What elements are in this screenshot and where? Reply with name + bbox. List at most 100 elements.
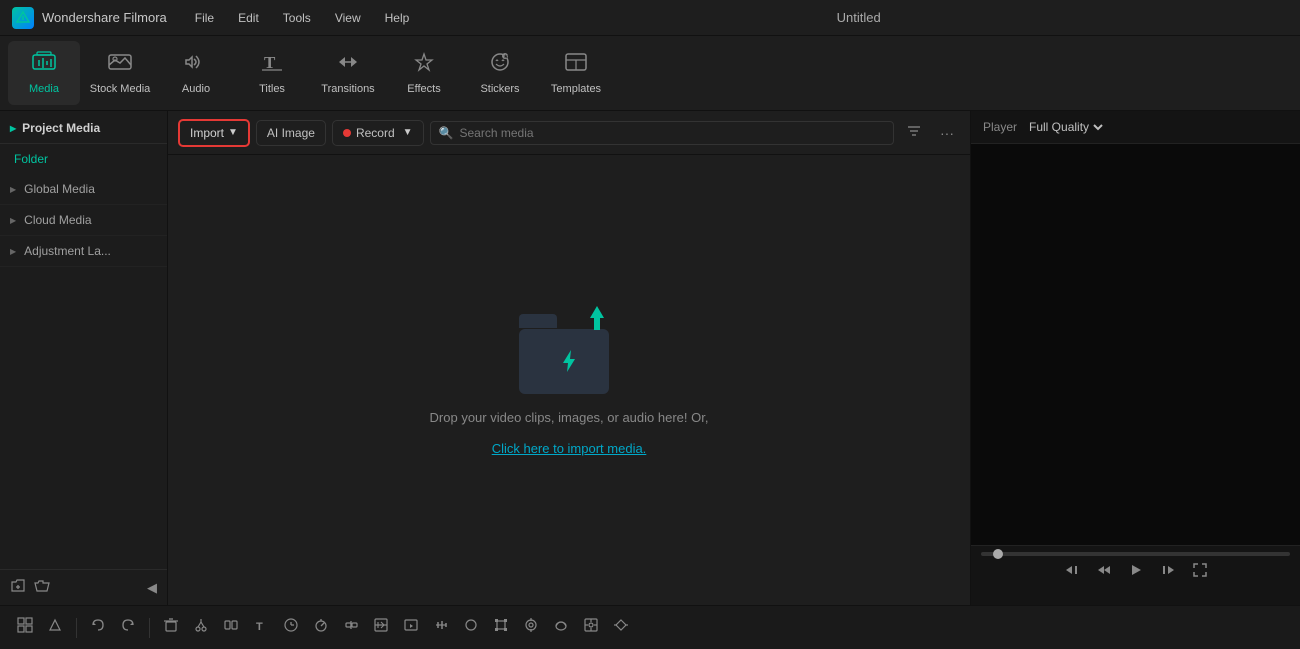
stock-media-label: Stock Media: [90, 83, 151, 95]
media-label: Media: [29, 83, 59, 95]
cut-button[interactable]: [188, 613, 214, 642]
menu-help[interactable]: Help: [381, 9, 414, 27]
window-title: Untitled: [429, 10, 1288, 25]
drop-arrow-icon: [580, 304, 614, 348]
speed-button[interactable]: [308, 613, 334, 642]
global-media-label: Global Media: [24, 182, 95, 196]
toolbar-divider-1: [76, 618, 77, 638]
import-media-link[interactable]: Click here to import media.: [492, 441, 647, 456]
quality-select[interactable]: Full Quality 1/2 Quality 1/4 Quality: [1025, 119, 1106, 135]
sidebar-item-global-media[interactable]: Global Media: [0, 174, 167, 205]
player-header: Player Full Quality 1/2 Quality 1/4 Qual…: [971, 111, 1300, 144]
grid-view-button[interactable]: [12, 613, 38, 642]
undo-button[interactable]: [85, 613, 111, 642]
step-back-button[interactable]: [1064, 562, 1080, 583]
svg-text:★: ★: [504, 54, 509, 60]
pan-zoom-button[interactable]: [398, 613, 424, 642]
toolbar-titles[interactable]: T Titles: [236, 41, 308, 105]
toolbar-divider-2: [149, 618, 150, 638]
effects-icon: [411, 51, 437, 79]
collapse-icon[interactable]: ◀: [147, 580, 157, 596]
split-clip-button[interactable]: [218, 613, 244, 642]
transform-button[interactable]: [488, 613, 514, 642]
toolbar-effects[interactable]: Effects: [388, 41, 460, 105]
effects-label: Effects: [407, 83, 440, 95]
ai-image-label: AI Image: [267, 126, 315, 140]
bottom-toolbar: T: [0, 605, 1300, 649]
text-tool-button[interactable]: T: [248, 613, 274, 642]
content-toolbar: Import ▼ AI Image Record ▼ 🔍 ···: [168, 111, 970, 155]
audio-adjust-button[interactable]: [428, 613, 454, 642]
menu-edit[interactable]: Edit: [234, 9, 263, 27]
sidebar-folder[interactable]: Folder: [0, 144, 167, 174]
drop-zone: Drop your video clips, images, or audio …: [168, 155, 970, 605]
audio-icon: [183, 51, 209, 79]
search-icon: 🔍: [439, 126, 454, 140]
rewind-button[interactable]: [1096, 562, 1112, 583]
stock-media-icon: [107, 51, 133, 79]
import-button[interactable]: Import ▼: [178, 119, 250, 147]
right-panel: Player Full Quality 1/2 Quality 1/4 Qual…: [970, 111, 1300, 605]
menu-view[interactable]: View: [331, 9, 365, 27]
add-folder-icon[interactable]: [10, 578, 26, 597]
svg-text:T: T: [256, 621, 263, 633]
play-button[interactable]: [1128, 562, 1144, 583]
sidebar-item-adjustment[interactable]: Adjustment La...: [0, 236, 167, 267]
lasso-tool-button[interactable]: [42, 613, 68, 642]
record-button[interactable]: Record ▼: [332, 120, 424, 146]
player-screen: [971, 144, 1300, 545]
redo-button[interactable]: [115, 613, 141, 642]
fullscreen-button[interactable]: [1192, 562, 1208, 583]
toolbar-stock-media[interactable]: Stock Media: [84, 41, 156, 105]
tracker-button[interactable]: [578, 613, 604, 642]
mask-button[interactable]: [548, 613, 574, 642]
player-label: Player: [983, 120, 1017, 134]
main-toolbar: Media Stock Media Audio T T: [0, 36, 1300, 111]
import-label: Import: [190, 126, 224, 140]
audio-label: Audio: [182, 83, 210, 95]
delete-button[interactable]: [158, 613, 184, 642]
more-options-button[interactable]: ···: [934, 123, 960, 143]
toolbar-audio[interactable]: Audio: [160, 41, 232, 105]
duration-button[interactable]: [278, 613, 304, 642]
zoom-button[interactable]: [368, 613, 394, 642]
stickers-label: Stickers: [480, 83, 519, 95]
sidebar-item-cloud-media[interactable]: Cloud Media: [0, 205, 167, 236]
stabilize-button[interactable]: [518, 613, 544, 642]
step-forward-button[interactable]: [1160, 562, 1176, 583]
record-dropdown-icon: ▼: [403, 127, 413, 138]
player-controls: [971, 545, 1300, 605]
search-input[interactable]: [460, 126, 886, 140]
toolbar-media[interactable]: Media: [8, 41, 80, 105]
search-bar: 🔍: [430, 121, 894, 145]
titles-label: Titles: [259, 83, 285, 95]
timeline-bar[interactable]: [981, 552, 1290, 556]
playback-buttons: [981, 562, 1290, 583]
title-bar: Wondershare Filmora File Edit Tools View…: [0, 0, 1300, 36]
filmora-lightning-icon: [555, 347, 583, 382]
keyframe-button[interactable]: [608, 613, 634, 642]
transitions-icon: [335, 51, 361, 79]
folder-tab: [519, 314, 557, 328]
content-area: Import ▼ AI Image Record ▼ 🔍 ···: [168, 111, 970, 605]
color-correction-button[interactable]: [458, 613, 484, 642]
stickers-icon: ★: [487, 51, 513, 79]
ai-image-button[interactable]: AI Image: [256, 120, 326, 146]
templates-label: Templates: [551, 83, 601, 95]
timeline-thumb[interactable]: [993, 549, 1003, 559]
toolbar-templates[interactable]: Templates: [540, 41, 612, 105]
record-label: Record: [356, 126, 395, 140]
svg-text:T: T: [264, 53, 276, 72]
toolbar-stickers[interactable]: ★ Stickers: [464, 41, 536, 105]
ripple-edit-button[interactable]: [338, 613, 364, 642]
transitions-label: Transitions: [321, 83, 374, 95]
menu-file[interactable]: File: [191, 9, 218, 27]
open-folder-icon[interactable]: [34, 578, 50, 597]
adjustment-label: Adjustment La...: [24, 244, 111, 258]
menu-tools[interactable]: Tools: [279, 9, 315, 27]
filter-button[interactable]: [900, 121, 928, 144]
toolbar-transitions[interactable]: Transitions: [312, 41, 384, 105]
record-dot-icon: [343, 129, 351, 137]
media-icon: [31, 51, 57, 79]
cloud-media-label: Cloud Media: [24, 213, 91, 227]
